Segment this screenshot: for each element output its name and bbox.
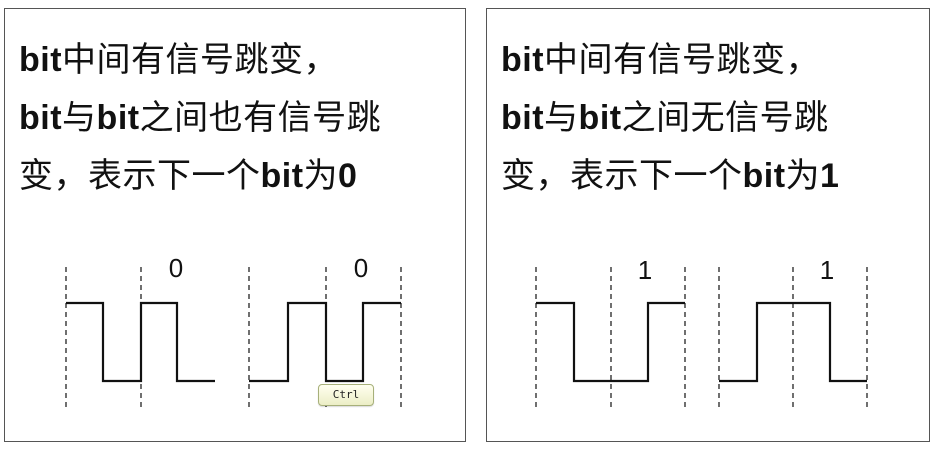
bit-label: 1 bbox=[820, 255, 834, 285]
bit-label: 0 bbox=[169, 253, 183, 283]
bit-label: 1 bbox=[638, 255, 652, 285]
left-waveform-diagram: 0 0 bbox=[65, 253, 402, 411]
left-signal-waveform-1 bbox=[66, 301, 215, 383]
left-panel: bit中间有信号跳变， bit与bit之间也有信号跳 变，表示下一个bit为0 … bbox=[4, 8, 466, 442]
left-signal-waveform-2 bbox=[249, 301, 401, 383]
bit-label: 0 bbox=[354, 253, 368, 283]
ctrl-key-indicator: Ctrl bbox=[318, 384, 374, 406]
right-waveform-diagram: 1 1 bbox=[535, 255, 868, 411]
right-panel: bit中间有信号跳变， bit与bit之间无信号跳 变，表示下一个bit为1 1… bbox=[486, 8, 930, 442]
